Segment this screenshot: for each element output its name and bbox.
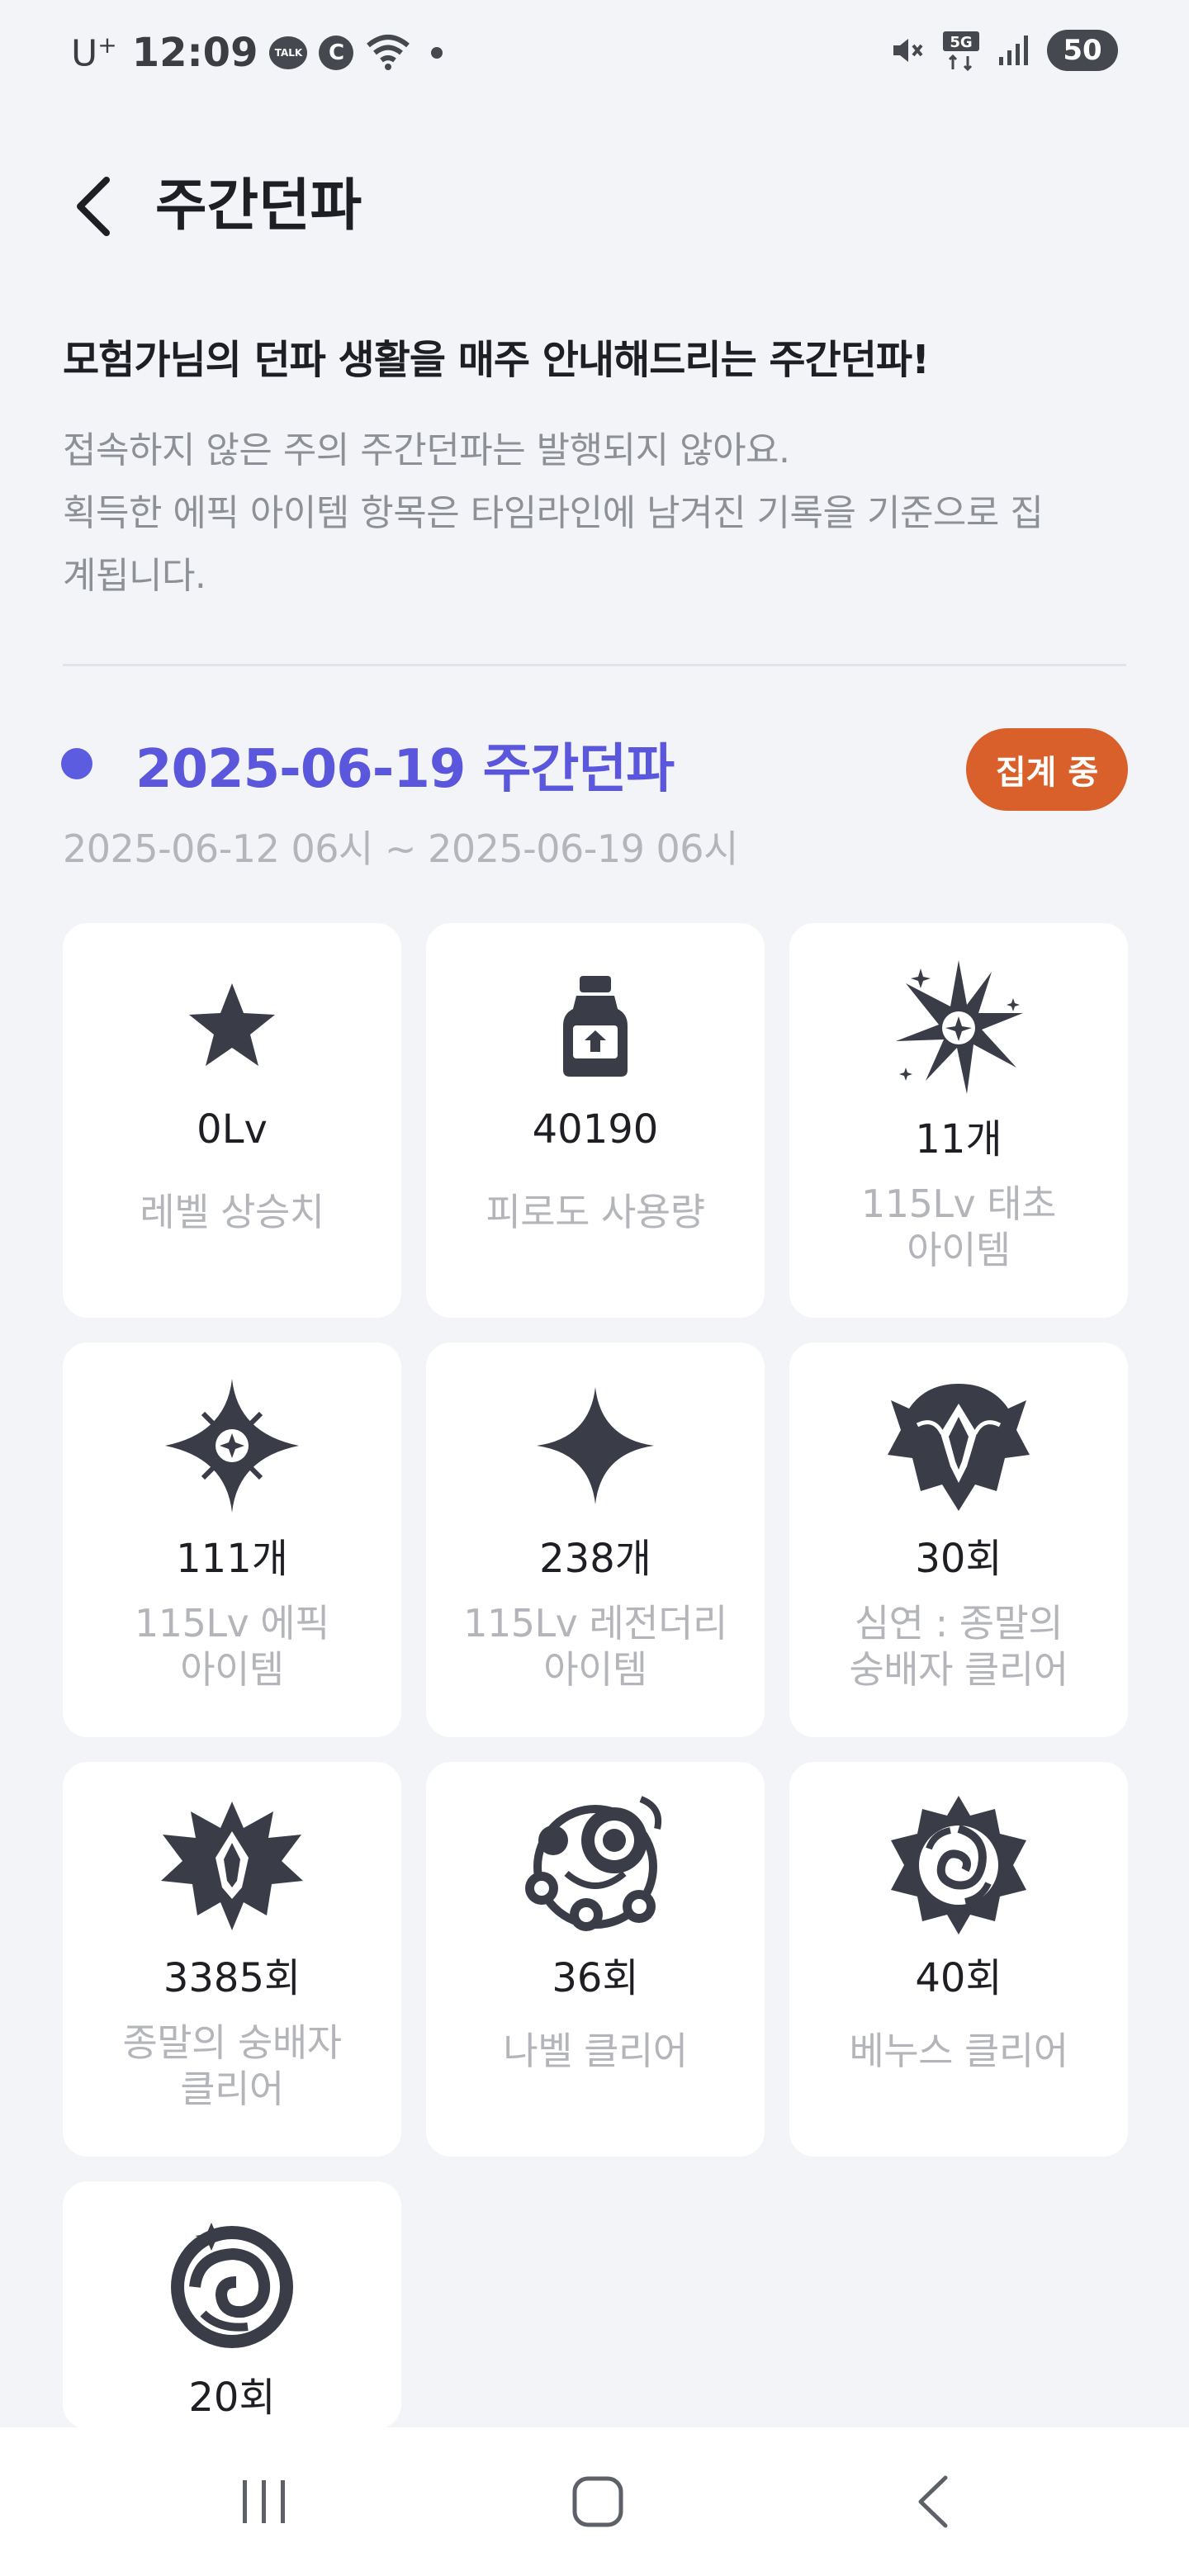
stat-card-swirl: 20회 (63, 2181, 401, 2429)
star-icon (63, 948, 401, 1105)
recent-apps-icon (243, 2480, 285, 2523)
stat-card-primeval: 11개 115Lv 태초 아이템 (789, 923, 1128, 1318)
battery-indicator: 50 (1047, 30, 1118, 71)
status-right: 5G 50 (888, 30, 1118, 71)
system-back-button[interactable] (892, 2469, 974, 2535)
stat-label: 115Lv 레전더리 아이템 (463, 1601, 727, 1692)
c-icon: C (319, 36, 354, 70)
page-title: 주간던파 (155, 173, 362, 239)
stat-label: 피로도 사용량 (486, 1190, 705, 1234)
swirl-emblem-icon (63, 2206, 401, 2363)
four-point-star-icon (426, 1367, 765, 1524)
stat-label: 심연 : 종말의 숭배자 클리어 (849, 1601, 1068, 1692)
stat-value: 238개 (539, 1536, 651, 1582)
stat-label: 베누스 클리어 (849, 2029, 1068, 2073)
intro-desc-line-3: 계됩니다. (63, 555, 206, 597)
stat-value: 36회 (552, 1955, 639, 2001)
notification-dot-icon (431, 47, 443, 59)
recent-apps-button[interactable] (223, 2469, 306, 2535)
mute-icon (888, 32, 925, 69)
stat-label: 나벨 클리어 (503, 2029, 688, 2073)
stat-value: 30회 (915, 1536, 1002, 1582)
status-badge: 집계 중 (966, 728, 1128, 811)
venus-emblem-icon (789, 1787, 1128, 1944)
stat-value: 3385회 (163, 1955, 301, 2001)
stat-label: 115Lv 에픽 아이템 (135, 1601, 329, 1692)
system-nav-bar (0, 2427, 1189, 2576)
stat-card-abyss-cultist: 30회 심연 : 종말의 숭배자 클리어 (789, 1342, 1128, 1737)
sparkle-star-icon (63, 1367, 401, 1524)
stat-value: 0Lv (197, 1106, 268, 1153)
nabel-emblem-icon (426, 1787, 765, 1944)
clock: 12:09 (131, 30, 258, 76)
stat-card-cultist: 3385회 종말의 숭배자 클리어 (63, 1762, 401, 2157)
stat-card-venus: 40회 베누스 클리어 (789, 1762, 1128, 2157)
intro-title: 모험가님의 던파 생활을 매주 안내해드리는 주간던파! (63, 337, 930, 383)
stat-card-fatigue: 40190 피로도 사용량 (426, 923, 765, 1318)
stat-label: 종말의 숭배자 클리어 (122, 2020, 342, 2111)
stat-value: 40회 (915, 1955, 1002, 2001)
stat-card-level: 0Lv 레벨 상승치 (63, 923, 401, 1318)
stat-card-epic: 111개 115Lv 에픽 아이템 (63, 1342, 401, 1737)
back-button[interactable] (58, 172, 127, 241)
intro-desc-line-1: 접속하지 않은 주의 주간던파는 발행되지 않아요. (63, 429, 790, 471)
stat-value: 111개 (176, 1536, 288, 1582)
talk-icon: TALK (269, 36, 308, 69)
svg-text:5G: 5G (950, 34, 972, 51)
week-title: 2025-06-19 주간던파 (135, 739, 675, 800)
stat-card-legendary: 238개 115Lv 레전더리 아이템 (426, 1342, 765, 1737)
wifi-icon (365, 34, 411, 72)
week-range: 2025-06-12 06시 ~ 2025-06-19 06시 (63, 826, 738, 871)
stat-value: 40190 (532, 1106, 659, 1153)
potion-bottle-icon (426, 948, 765, 1105)
home-button[interactable] (557, 2469, 639, 2535)
status-left: U+ 12:09 TALK C (71, 30, 443, 76)
carrier-label: U+ (71, 31, 117, 75)
divider (63, 664, 1126, 666)
stat-card-nabel: 36회 나벨 클리어 (426, 1762, 765, 2157)
status-bar: U+ 12:09 TALK C 5G 50 (0, 0, 1189, 107)
cultist-emblem-icon (63, 1787, 401, 1944)
stat-value: 11개 (915, 1116, 1002, 1163)
burst-star-icon (789, 948, 1128, 1105)
home-icon (572, 2476, 623, 2527)
back-arrow-icon (918, 2475, 948, 2528)
abyss-emblem-icon (789, 1367, 1128, 1524)
intro-description: 접속하지 않은 주의 주간던파는 발행되지 않아요. 획득한 에픽 아이템 항목… (63, 419, 1136, 608)
signal-icon (997, 34, 1030, 67)
network-5g-icon: 5G (941, 30, 981, 71)
stat-label: 레벨 상승치 (140, 1190, 324, 1234)
stat-label: 115Lv 태초 아이템 (861, 1181, 1056, 1272)
stat-value: 20회 (188, 2375, 276, 2421)
header: 주간던파 (0, 157, 1189, 256)
week-bullet-dot (61, 748, 92, 779)
intro-desc-line-2: 획득한 에픽 아이템 항목은 타임라인에 남겨진 기록을 기준으로 집 (63, 492, 1044, 534)
chevron-left-icon (77, 177, 110, 236)
